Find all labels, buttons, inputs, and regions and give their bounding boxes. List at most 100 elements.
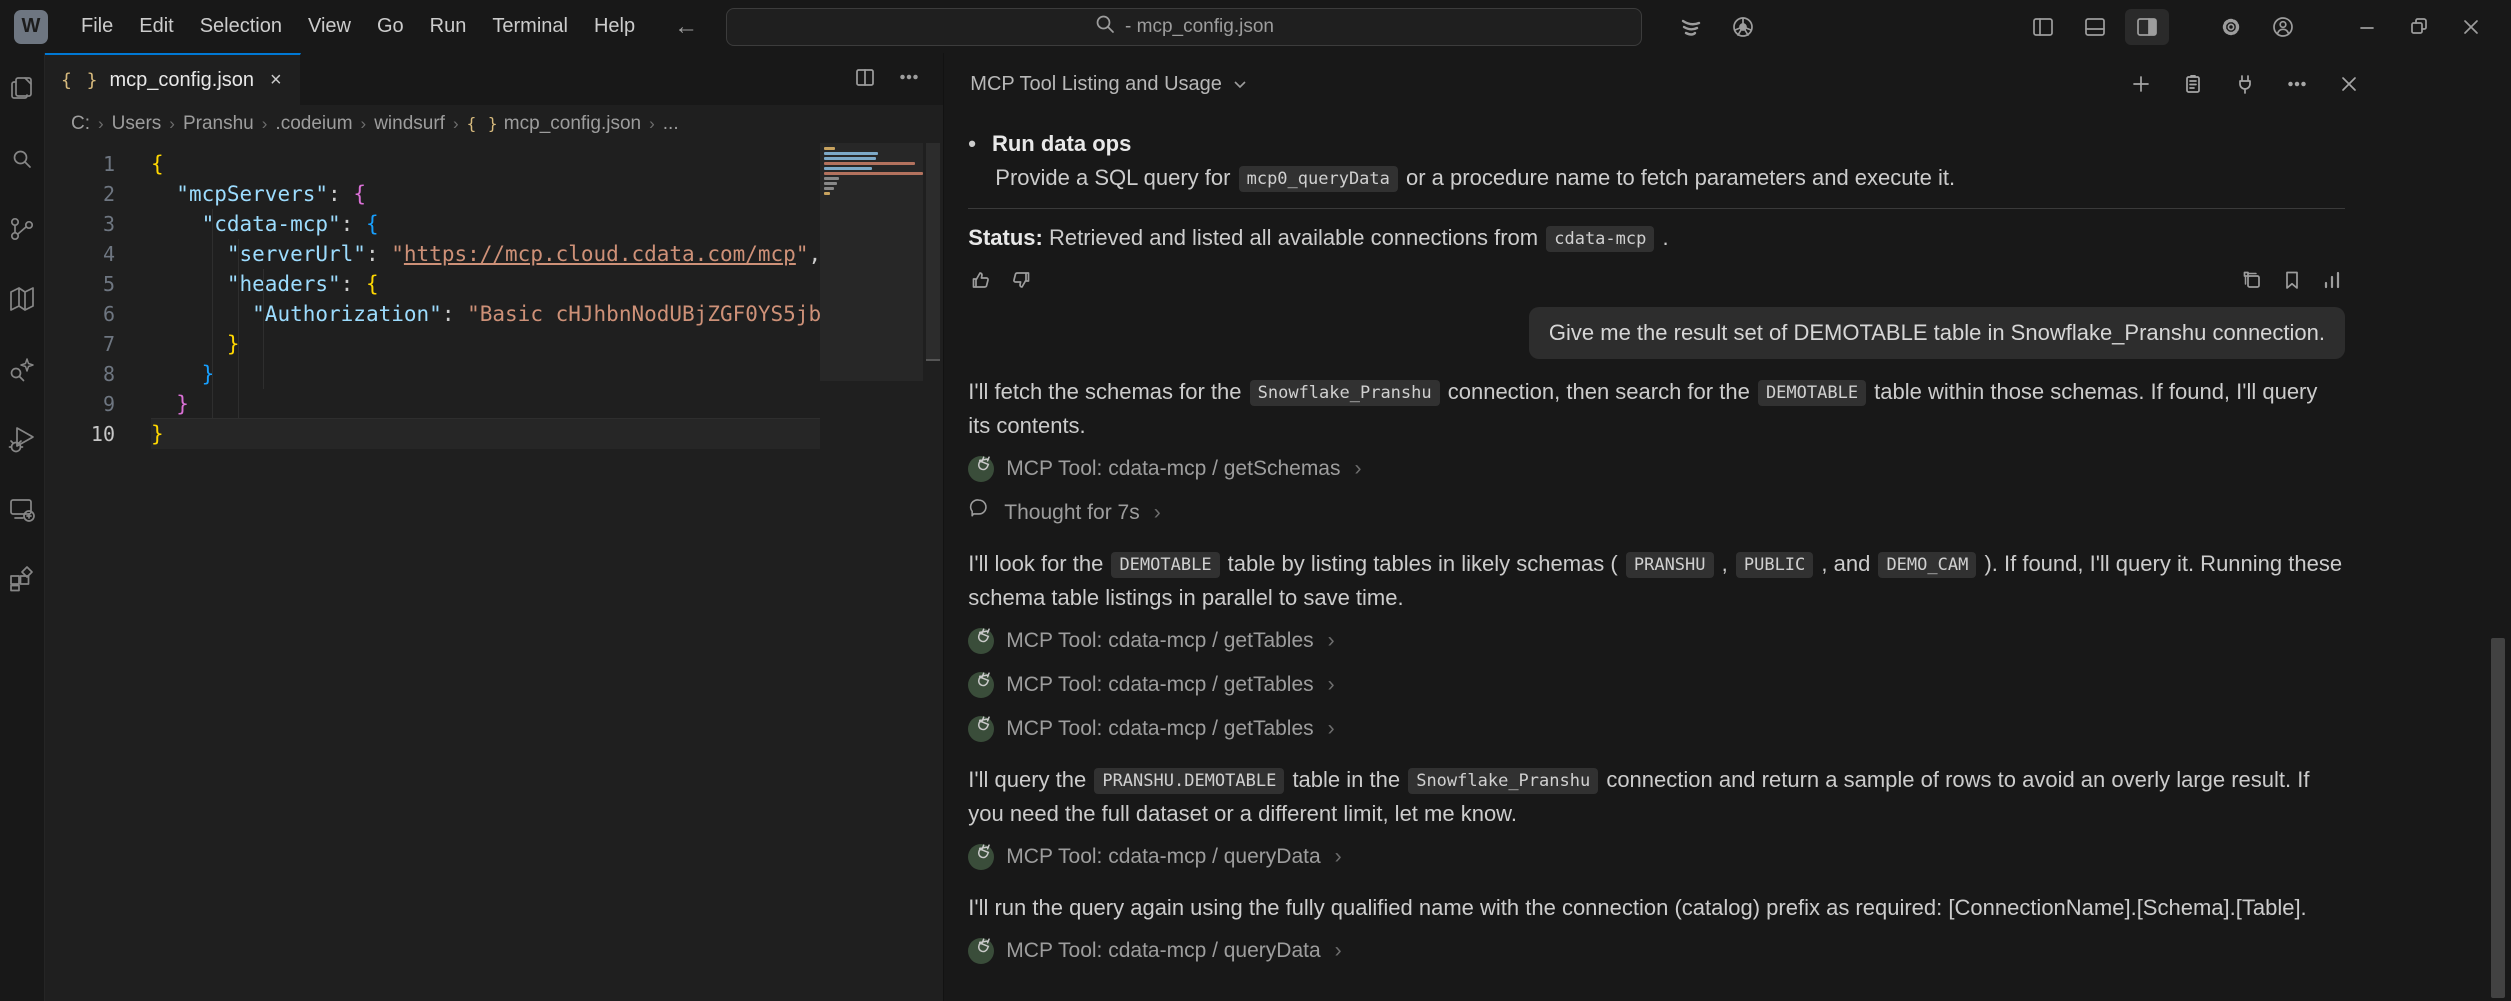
conversation-title-dropdown[interactable]: MCP Tool Listing and Usage [970,73,1248,96]
ai-search-icon[interactable] [0,347,44,391]
bookmark-icon[interactable] [2279,267,2305,293]
layout-sidebar-right-icon[interactable] [2125,9,2169,45]
breadcrumb-separator: › [262,114,268,134]
inline-code-chip: Snowflake_Pranshu [1250,380,1440,406]
mcp-tool-call-row[interactable]: MCP Tool: cdata-mcp / getTables› [968,623,2345,659]
code-line-1[interactable]: 1{ [45,149,820,179]
menu-selection[interactable]: Selection [187,9,295,43]
account-icon[interactable] [2261,9,2305,45]
text-segment: I'll query the [968,767,1092,792]
mcp-tool-call-row[interactable]: MCP Tool: cdata-mcp / getTables› [968,711,2345,747]
minimize-icon[interactable] [2345,9,2389,45]
code-editor[interactable]: 1{2 "mcpServers": {3 "cdata-mcp": {4 "se… [45,143,943,1001]
line-number: 3 [45,209,151,239]
menu-help[interactable]: Help [581,9,648,43]
chat-scrollbar[interactable] [2491,53,2505,1001]
layout-sidebar-left-icon[interactable] [2021,9,2065,45]
menu-go[interactable]: Go [364,9,417,43]
chevron-right-icon: › [1328,624,1335,658]
breadcrumb-item[interactable]: windsurf [374,113,445,135]
run-debug-icon[interactable] [0,417,44,461]
text-segment: I'll run the query again using the fully… [968,895,2306,920]
text-segment: Retrieved and listed all available conne… [1043,225,1544,250]
code-line-4[interactable]: 4 "serverUrl": "https://mcp.cloud.cdata.… [45,239,820,269]
tool-call-label: MCP Tool: cdata-mcp / getSchemas [1006,452,1340,486]
tab-mcp-config-json[interactable]: { } mcp_config.json × [45,53,301,105]
search-icon [1094,13,1116,41]
gear-icon[interactable] [2209,9,2253,45]
more-actions-icon[interactable] [897,65,921,94]
conversation-scroll-area[interactable]: •Run data opsProvide a SQL query for mcp… [944,115,2511,1001]
code-text: "Authorization": "Basic cHJhbnNodUBjZGF0… [151,299,820,329]
code-line-8[interactable]: 8 } [45,359,820,389]
tool-description-item: •Run data opsProvide a SQL query for mcp… [968,127,2345,195]
code-line-5[interactable]: 5 "headers": { [45,269,820,299]
thumbs-up-icon[interactable] [968,267,994,293]
code-line-2[interactable]: 2 "mcpServers": { [45,179,820,209]
menu-file[interactable]: File [68,9,126,43]
explorer-icon[interactable] [0,67,44,111]
menu-terminal[interactable]: Terminal [479,9,581,43]
nav-back-icon[interactable]: ← [674,13,698,41]
tool-description: Provide a SQL query for mcp0_queryData o… [968,161,2345,195]
assistant-paragraph: I'll look for the DEMOTABLE table by lis… [968,547,2345,615]
history-icon[interactable] [2173,66,2213,102]
command-center-search[interactable]: - mcp_config.json [726,8,1642,46]
wheel-icon[interactable] [1721,9,1765,45]
remote-explorer-icon[interactable] [0,487,44,531]
mcp-plug-icon [968,456,994,482]
titlebar-controls [1669,9,2511,45]
breadcrumb-separator: › [453,114,459,134]
code-line-6[interactable]: 6 "Authorization": "Basic cHJhbnNodUBjZG… [45,299,820,329]
extensions-icon[interactable] [0,557,44,601]
ellipsis-icon[interactable] [2277,66,2317,102]
windsurf-app-logo-icon: W [14,10,48,44]
plus-icon[interactable] [2121,66,2161,102]
inline-code-chip: PRANSHU.DEMOTABLE [1094,768,1284,794]
windsurf-logo-icon[interactable] [1669,9,1713,45]
map-icon[interactable] [0,277,44,321]
menu-edit[interactable]: Edit [126,9,186,43]
restore-icon[interactable] [2397,9,2441,45]
inline-code-chip: cdata-mcp [1546,226,1654,252]
tool-call-label: MCP Tool: cdata-mcp / queryData [1006,840,1320,874]
split-editor-icon[interactable] [853,65,877,94]
close-icon[interactable] [2329,66,2369,102]
menubar: FileEditSelectionViewGoRunTerminalHelp [68,15,648,38]
menu-view[interactable]: View [295,9,364,43]
breadcrumb-item[interactable]: { } mcp_config.json [467,113,641,135]
code-text: } [151,359,820,389]
breadcrumb-item[interactable]: Users [112,113,162,135]
code-line-9[interactable]: 9 } [45,389,820,419]
breadcrumb-item[interactable]: ... [663,113,679,135]
plug-icon[interactable] [2225,66,2265,102]
breadcrumb-item[interactable]: .codeium [275,113,352,135]
layout-panel-icon[interactable] [2073,9,2117,45]
mcp-tool-call-row[interactable]: MCP Tool: cdata-mcp / getSchemas› [968,451,2345,487]
minimap[interactable] [820,143,923,1001]
menu-run[interactable]: Run [417,9,480,43]
inline-code-chip: DEMOTABLE [1111,552,1219,578]
editor-scrollbar[interactable] [923,143,943,1001]
thumbs-down-icon[interactable] [1008,267,1034,293]
line-number: 1 [45,149,151,179]
copy-icon[interactable] [2239,267,2265,293]
code-text: } [151,329,820,359]
thought-row[interactable]: Thought for 7s› [968,495,2345,531]
code-line-3[interactable]: 3 "cdata-mcp": { [45,209,820,239]
mcp-tool-call-row[interactable]: MCP Tool: cdata-mcp / getTables› [968,667,2345,703]
breadcrumb-item[interactable]: Pranshu [183,113,254,135]
mcp-tool-call-row[interactable]: MCP Tool: cdata-mcp / queryData› [968,839,2345,875]
close-icon[interactable] [2449,9,2493,45]
stats-icon[interactable] [2319,267,2345,293]
source-control-icon[interactable] [0,207,44,251]
breadcrumb-separator: › [169,114,175,134]
breadcrumb-item[interactable]: C: [71,113,90,135]
code-line-7[interactable]: 7 } [45,329,820,359]
tab-close-icon[interactable]: × [270,69,282,92]
code-line-10[interactable]: 10} [45,419,820,449]
inline-code-chip: DEMO_CAM [1878,552,1976,578]
search-icon[interactable] [0,137,44,181]
user-message-row: Give me the result set of DEMOTABLE tabl… [968,307,2345,359]
mcp-tool-call-row[interactable]: MCP Tool: cdata-mcp / queryData› [968,933,2345,969]
